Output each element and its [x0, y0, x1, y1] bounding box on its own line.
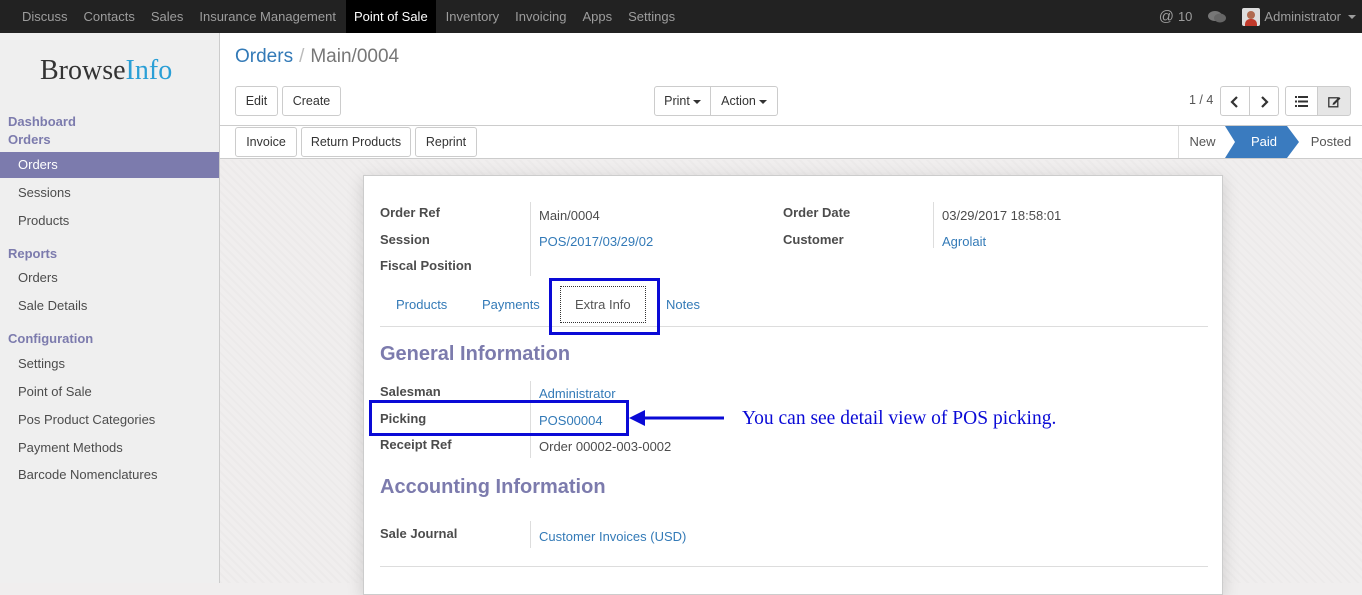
sidebar: BrowseInfo Dashboard Orders Orders Sessi… [0, 33, 220, 583]
control-panel: Orders / Main/0004 Edit Create Print Actio… [220, 33, 1362, 126]
sidebar-item-payment-methods[interactable]: Payment Methods [0, 435, 219, 461]
chevron-down-icon [1348, 14, 1356, 19]
caret-down-icon [692, 99, 701, 104]
order-date-label: Order Date [783, 205, 851, 220]
chevron-left-icon [1230, 95, 1238, 108]
reprint-button[interactable]: Reprint [415, 127, 477, 157]
receipt-ref-value: Order 00002-003-0002 [539, 439, 672, 454]
caret-down-icon [758, 99, 767, 104]
sidebar-item-report-orders[interactable]: Orders [0, 265, 219, 291]
session-link[interactable]: POS/2017/03/29/02 [539, 234, 653, 249]
notebook-tabs: Products Payments Extra Info Notes [380, 271, 1208, 327]
messages-button[interactable] [1200, 10, 1234, 24]
main-content: Orders / Main/0004 Edit Create Print Actio… [220, 33, 1362, 595]
sidebar-section-dashboard[interactable]: Dashboard [8, 114, 76, 129]
breadcrumb-current: Main/0004 [310, 46, 400, 67]
stage-new[interactable]: New [1178, 126, 1226, 158]
tab-products[interactable]: Products [396, 297, 447, 312]
order-ref-value: Main/0004 [539, 208, 600, 223]
user-menu[interactable]: Administrator [1234, 7, 1362, 26]
sidebar-item-pos-product-categories[interactable]: Pos Product Categories [0, 407, 219, 433]
customer-label: Customer [783, 232, 844, 247]
menu-contacts[interactable]: Contacts [76, 0, 143, 33]
action-label: Action [721, 94, 756, 108]
sidebar-item-point-of-sale[interactable]: Point of Sale [0, 379, 219, 405]
menu-sales[interactable]: Sales [143, 0, 192, 33]
menu-inventory[interactable]: Inventory [438, 0, 507, 33]
salesman-label: Salesman [380, 384, 441, 399]
logo-text-browse: Browse [40, 55, 126, 86]
mentions-count: 10 [1177, 9, 1193, 24]
menu-invoicing[interactable]: Invoicing [507, 0, 574, 33]
menu-discuss[interactable]: Discuss [14, 0, 76, 33]
breadcrumb: Orders / Main/0004 [235, 46, 399, 68]
customer-link[interactable]: Agrolait [942, 234, 986, 249]
chat-bubbles-icon [1208, 10, 1227, 22]
divider [933, 202, 934, 248]
arrow-left-icon [629, 410, 724, 426]
order-ref-label: Order Ref [380, 205, 440, 220]
action-dropdown[interactable]: Action [710, 86, 778, 116]
print-dropdown[interactable]: Print [654, 86, 711, 116]
salesman-link[interactable]: Administrator [539, 386, 616, 401]
breadcrumb-orders-link[interactable]: Orders [235, 46, 293, 67]
general-information-heading: General Information [380, 343, 571, 365]
user-name: Administrator [1264, 9, 1341, 24]
form-background: Order Ref Main/0004 Session POS/2017/03/… [220, 160, 1362, 595]
tab-notes[interactable]: Notes [666, 297, 700, 312]
picking-highlight-box [369, 400, 629, 436]
sidebar-item-sessions[interactable]: Sessions [0, 180, 219, 206]
breadcrumb-separator: / [299, 46, 305, 67]
pager-value: 1 / 4 [1189, 93, 1214, 107]
pager-next-button[interactable] [1249, 86, 1279, 116]
sidebar-item-orders[interactable]: Orders [0, 152, 219, 178]
edit-button[interactable]: Edit [235, 86, 278, 116]
tab-payments[interactable]: Payments [482, 297, 540, 312]
avatar [1242, 7, 1261, 26]
invoice-button[interactable]: Invoice [235, 127, 297, 157]
sidebar-section-configuration[interactable]: Configuration [8, 331, 93, 346]
edit-form-icon [1327, 96, 1340, 108]
divider [380, 566, 1208, 567]
receipt-ref-label: Receipt Ref [380, 437, 452, 452]
chevron-right-icon [1261, 95, 1269, 108]
status-bar: Invoice Return Products Reprint New Paid… [220, 126, 1362, 159]
sidebar-item-sale-details[interactable]: Sale Details [0, 293, 219, 319]
create-button[interactable]: Create [282, 86, 341, 116]
form-view-button[interactable] [1317, 86, 1351, 116]
order-date-value: 03/29/2017 18:58:01 [942, 208, 1062, 223]
stage-paid[interactable]: Paid [1238, 126, 1290, 158]
menu-point-of-sale[interactable]: Point of Sale [345, 0, 436, 33]
menu-insurance-management[interactable]: Insurance Management [191, 0, 344, 33]
top-navbar: Discuss Contacts Sales Insurance Managem… [0, 0, 1362, 33]
stage-posted[interactable]: Posted [1303, 126, 1359, 158]
sale-journal-link[interactable]: Customer Invoices (USD) [539, 529, 686, 544]
logo-text-info: Info [125, 55, 173, 86]
sidebar-item-products[interactable]: Products [0, 208, 219, 234]
browseinfo-logo: BrowseInfo [40, 55, 172, 87]
at-icon: @ [1158, 8, 1174, 25]
list-icon [1295, 96, 1308, 108]
annotation-note: You can see detail view of POS picking. [742, 408, 1057, 429]
return-products-button[interactable]: Return Products [301, 127, 411, 157]
sidebar-item-barcode-nomenclatures[interactable]: Barcode Nomenclatures [0, 462, 219, 488]
menu-apps[interactable]: Apps [574, 0, 620, 33]
list-view-button[interactable] [1285, 86, 1318, 116]
sidebar-item-settings[interactable]: Settings [0, 351, 219, 377]
divider [530, 521, 531, 548]
pager-previous-button[interactable] [1220, 86, 1250, 116]
sidebar-section-reports[interactable]: Reports [8, 246, 57, 261]
form-sheet: Order Ref Main/0004 Session POS/2017/03/… [363, 175, 1223, 595]
menu-settings[interactable]: Settings [620, 0, 683, 33]
print-label: Print [664, 94, 690, 108]
divider [530, 202, 531, 276]
sale-journal-label: Sale Journal [380, 526, 458, 541]
mentions-button[interactable]: @ 10 [1151, 8, 1201, 25]
sidebar-section-orders[interactable]: Orders [8, 132, 51, 147]
session-label: Session [380, 232, 430, 247]
extra-info-highlight-box [549, 278, 660, 335]
app-menu: Discuss Contacts Sales Insurance Managem… [0, 0, 683, 33]
accounting-information-heading: Accounting Information [380, 476, 606, 498]
topnav-right: @ 10 Administrator [1151, 0, 1362, 33]
